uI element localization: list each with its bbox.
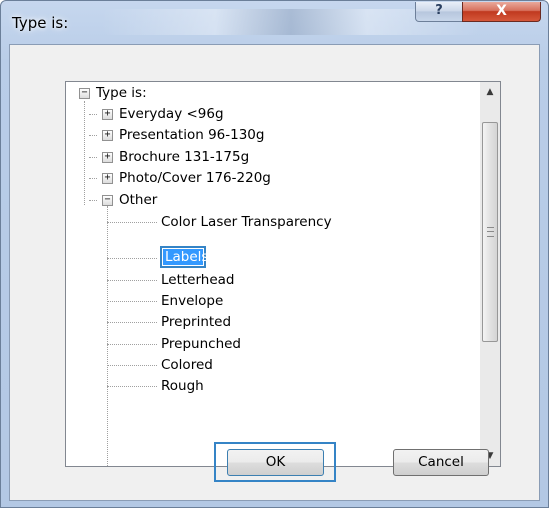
tree-item-color-laser-transparency[interactable]: Color Laser Transparency (161, 213, 332, 231)
tree-item-labels-selected[interactable]: Labels (160, 246, 209, 268)
tree-line-child (107, 301, 157, 302)
close-button[interactable]: X (462, 2, 541, 22)
tree-line-everyday (89, 114, 97, 115)
window-title: Type is: (12, 14, 69, 32)
tree-line-other-children (107, 206, 108, 466)
tree-line-child (107, 280, 157, 281)
scrollbar-grip-icon (487, 227, 494, 237)
tree-line-child (107, 322, 157, 323)
dialog-client-area: − Type is: + Everyday <96g + Presentatio… (9, 44, 540, 501)
ok-button[interactable]: OK (227, 449, 324, 476)
tree-root[interactable]: Type is: (96, 84, 147, 102)
tree-item-preprinted[interactable]: Preprinted (161, 313, 231, 331)
expand-icon[interactable]: + (102, 109, 113, 120)
tree-item-prepunched[interactable]: Prepunched (161, 335, 241, 353)
scrollbar-thumb[interactable] (482, 122, 498, 342)
expand-icon[interactable]: + (102, 152, 113, 163)
vertical-scrollbar[interactable]: ▲ ▼ (480, 81, 501, 467)
tree-item-photo-cover[interactable]: Photo/Cover 176-220g (119, 169, 271, 187)
expand-icon[interactable]: + (102, 130, 113, 141)
tree-item-labels: Labels (165, 249, 209, 265)
tree-item-envelope[interactable]: Envelope (161, 292, 223, 310)
collapse-icon[interactable]: − (102, 195, 113, 206)
tree-item-letterhead[interactable]: Letterhead (161, 271, 235, 289)
help-button[interactable]: ? (415, 2, 463, 22)
tree-line-child (107, 365, 157, 366)
tree-line-child (107, 258, 157, 259)
paper-type-tree-container: − Type is: + Everyday <96g + Presentatio… (65, 81, 519, 477)
tree-line-child (107, 344, 157, 345)
tree-line-photo (89, 178, 97, 179)
expand-icon[interactable]: + (102, 173, 113, 184)
tree-item-brochure[interactable]: Brochure 131-175g (119, 148, 249, 166)
tree-line-brochure (89, 157, 97, 158)
title-bar[interactable]: Type is: ? X (1, 1, 548, 45)
tree-item-colored[interactable]: Colored (161, 356, 213, 374)
tree-line-presentation (89, 135, 97, 136)
paper-type-tree[interactable]: − Type is: + Everyday <96g + Presentatio… (65, 81, 482, 467)
tree-line-child (107, 222, 157, 223)
tree-item-everyday[interactable]: Everyday <96g (119, 105, 224, 123)
tree-line-child (107, 386, 157, 387)
tree-line-other (89, 200, 97, 201)
collapse-icon[interactable]: − (79, 88, 90, 99)
dialog-window: Type is: ? X − Type is: + Everyday <96g … (0, 0, 549, 508)
cancel-button[interactable]: Cancel (393, 449, 489, 476)
tree-item-presentation[interactable]: Presentation 96-130g (119, 126, 264, 144)
tree-line-root (84, 101, 85, 205)
tree-item-rough[interactable]: Rough (161, 377, 204, 395)
scroll-up-arrow-icon[interactable]: ▲ (480, 82, 500, 102)
tree-item-other[interactable]: Other (119, 191, 157, 209)
